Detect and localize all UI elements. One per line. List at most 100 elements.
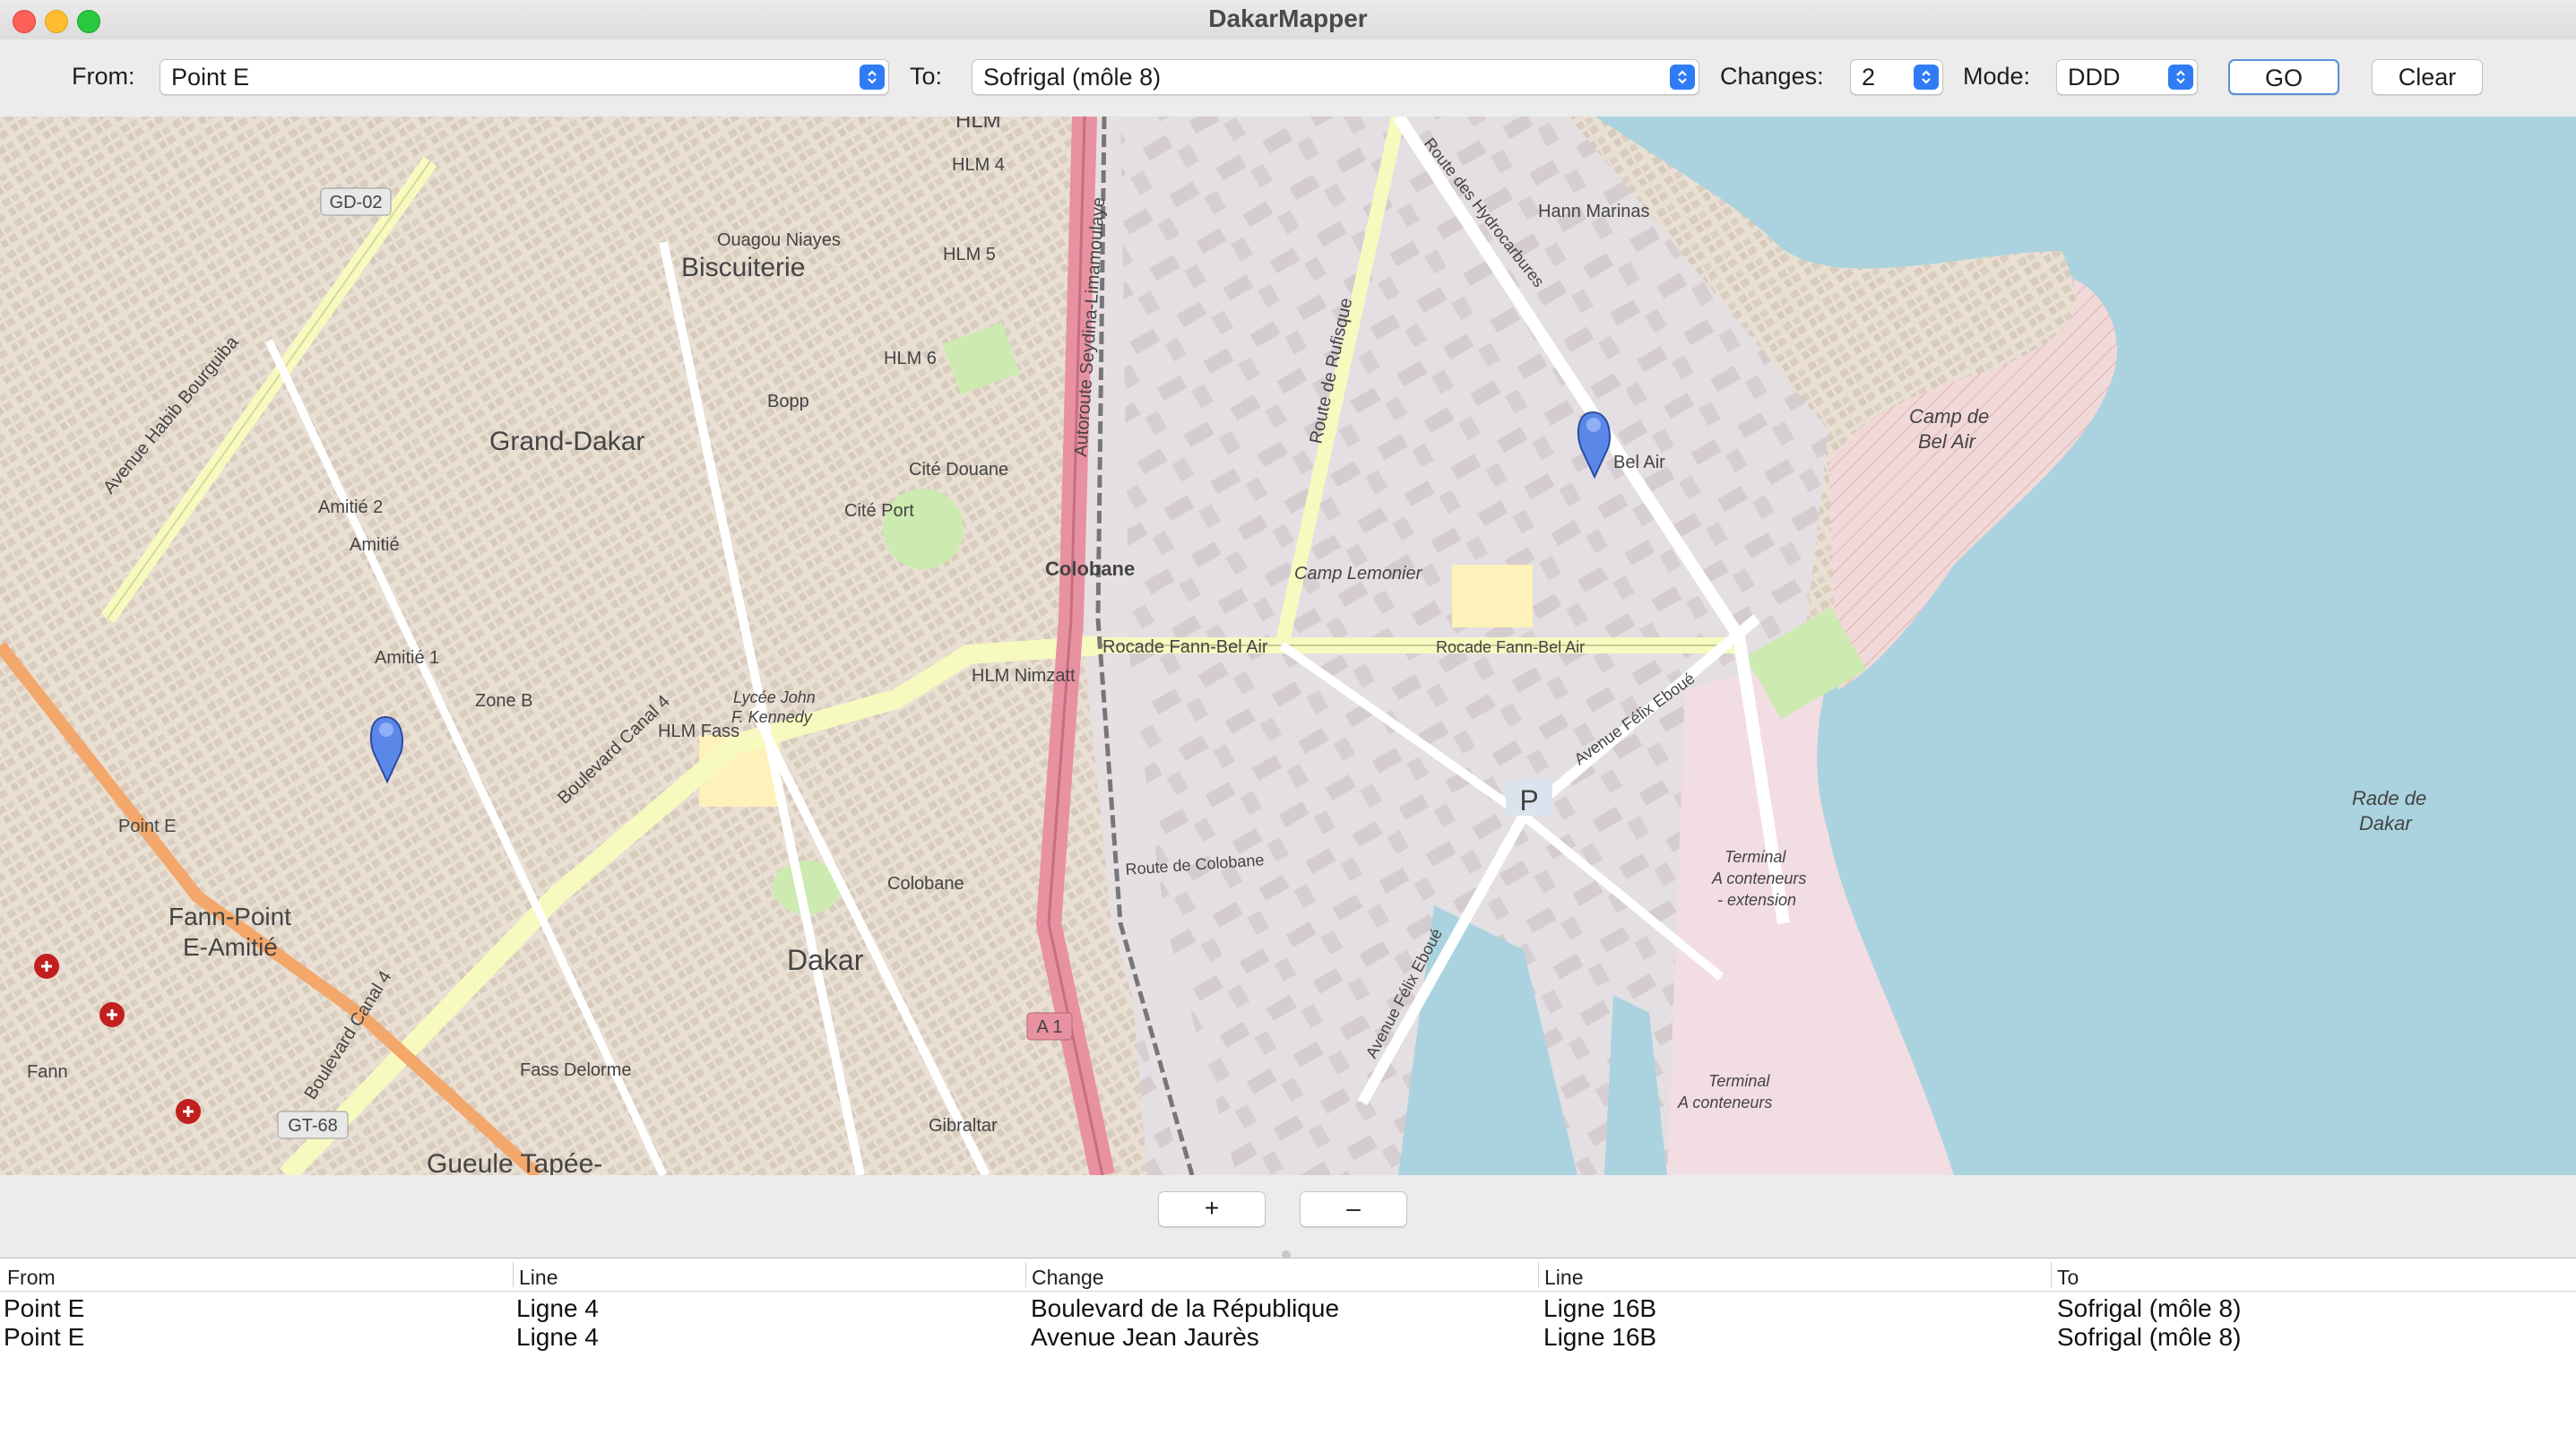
map-label-gibraltar: Gibraltar (929, 1116, 998, 1136)
cell-change: Boulevard de la République (1031, 1294, 1340, 1322)
map-label-terminal-ext-1: Terminal (1725, 848, 1786, 866)
cell-to: Sofrigal (môle 8) (2057, 1294, 2242, 1322)
hospital-icon-2[interactable] (99, 1002, 125, 1027)
map-label-bel-air: Bel Air (1613, 453, 1665, 472)
map-label-camp-lemonier: Camp Lemonier (1294, 564, 1423, 584)
window-title: DakarMapper (1208, 4, 1368, 32)
map-label-colobane-station: Colobane (1045, 558, 1135, 580)
map-label-fass-delorme: Fass Delorme (520, 1060, 631, 1080)
mode-select-value: DDD (2068, 64, 2121, 91)
map-label-terminal-ext-2: A conteneurs (1711, 869, 1806, 887)
map-label-amitie2: Amitié 2 (318, 497, 383, 517)
map-label-fann: Fann (27, 1062, 68, 1082)
column-separator (513, 1262, 514, 1287)
from-select[interactable]: Point E (160, 59, 889, 95)
map-label-hlm-nimzatt: HLM Nimzatt (972, 666, 1076, 686)
map-label-dakar: Dakar (787, 944, 864, 976)
map-label-amitie: Amitié (350, 535, 400, 555)
changes-select[interactable]: 2 (1850, 59, 1943, 95)
map-label-cite-douane: Cité Douane (909, 460, 1008, 480)
cell-from: Point E (4, 1323, 85, 1351)
map-label-camp-bel-air-1: Camp de (1909, 405, 1989, 428)
zoom-out-button[interactable]: – (1300, 1191, 1407, 1227)
column-header-to[interactable]: To (2057, 1266, 2079, 1290)
mode-label: Mode: (1963, 63, 2031, 90)
map-label-hann-marinas: Hann Marinas (1538, 202, 1650, 221)
mode-select[interactable]: DDD (2056, 59, 2198, 95)
cell-line-2: Ligne 16B (1543, 1294, 1657, 1322)
hospital-icon[interactable] (34, 954, 59, 979)
cell-to: Sofrigal (môle 8) (2057, 1323, 2242, 1351)
map-school (1452, 565, 1533, 627)
map-label-terminal-1: Terminal (1708, 1072, 1770, 1090)
map-label-hlm5: HLM 5 (943, 245, 996, 264)
map-label-grand-dakar: Grand-Dakar (489, 427, 644, 456)
road-shield-a1: A 1 (1026, 1012, 1073, 1041)
map-label-hlm6: HLM 6 (884, 349, 937, 368)
map-label-hlm-fass: HLM Fass (658, 722, 739, 741)
map-canvas[interactable]: GD-02 GT-68 A 1 P Biscuiterie Grand-Daka… (0, 117, 2576, 1175)
map-label-hlm: HLM (955, 117, 1001, 133)
map-label-lycee-2: F. Kennedy (731, 708, 813, 726)
map-label-lycee-1: Lycée John (733, 688, 816, 706)
map-view[interactable]: GD-02 GT-68 A 1 P Biscuiterie Grand-Daka… (0, 117, 2576, 1175)
map-label-rade-2: Dakar (2359, 812, 2413, 835)
column-separator (1025, 1262, 1026, 1287)
map-label-rade-1: Rade de (2352, 787, 2426, 809)
zoom-in-button[interactable]: + (1158, 1191, 1266, 1227)
column-header-line[interactable]: Line (519, 1266, 558, 1290)
svg-text:GT-68: GT-68 (288, 1116, 338, 1136)
road-shield-gt68: GT-68 (277, 1111, 349, 1139)
from-select-value: Point E (171, 64, 250, 91)
map-label-fann-point: Fann-Point (169, 903, 291, 930)
map-label-camp-bel-air-2: Bel Air (1918, 430, 1977, 453)
results-table: From Line Change Line To Point E Ligne 4… (0, 1258, 2576, 1453)
table-row[interactable]: Point E Ligne 4 Boulevard de la Républiq… (0, 1294, 2576, 1323)
mode-stepper-icon[interactable] (2168, 65, 2193, 90)
column-header-from[interactable]: From (7, 1266, 56, 1290)
parking-icon: P (1506, 780, 1552, 817)
to-select-stepper-icon[interactable] (1670, 65, 1695, 90)
clear-button[interactable]: Clear (2372, 59, 2483, 95)
table-row[interactable]: Point E Ligne 4 Avenue Jean Jaurès Ligne… (0, 1323, 2576, 1352)
column-header-change[interactable]: Change (1032, 1266, 1104, 1290)
column-header-line-2[interactable]: Line (1544, 1266, 1583, 1290)
column-separator (1538, 1262, 1539, 1287)
from-select-stepper-icon[interactable] (860, 65, 885, 90)
cell-line: Ligne 4 (516, 1323, 599, 1351)
go-button[interactable]: GO (2228, 59, 2339, 95)
to-label: To: (910, 63, 943, 90)
to-select-value: Sofrigal (môle 8) (983, 64, 1162, 91)
svg-text:P: P (1519, 784, 1538, 817)
map-label-hlm4: HLM 4 (952, 155, 1005, 175)
road-shield-gd02: GD-02 (320, 187, 392, 216)
zoom-controls: + – (0, 1175, 2576, 1259)
results-header: From Line Change Line To (0, 1258, 2576, 1292)
map-label-terminal-2: A conteneurs (1677, 1094, 1772, 1111)
changes-stepper-icon[interactable] (1914, 65, 1939, 90)
road-label-rocade-2: Rocade Fann-Bel Air (1436, 638, 1585, 656)
map-label-gueule-tapee: Gueule Tapée- (427, 1149, 602, 1175)
from-label: From: (72, 63, 135, 90)
to-select[interactable]: Sofrigal (môle 8) (972, 59, 1699, 95)
route-toolbar: From: Point E To: Sofrigal (môle 8) Chan… (0, 39, 2576, 117)
cell-change: Avenue Jean Jaurès (1031, 1323, 1259, 1351)
cell-from: Point E (4, 1294, 85, 1322)
map-label-bopp: Bopp (767, 392, 809, 411)
map-label-ouagou: Ouagou Niayes (717, 230, 841, 250)
changes-select-value: 2 (1862, 64, 1876, 91)
svg-text:A 1: A 1 (1037, 1017, 1063, 1037)
map-label-pointe: Point E (118, 817, 176, 836)
map-label-colobane: Colobane (887, 874, 964, 894)
map-label-cite-port: Cité Port (844, 501, 914, 521)
cell-line-2: Ligne 16B (1543, 1323, 1657, 1351)
column-separator (2051, 1262, 2052, 1287)
map-label-amitie1: Amitié 1 (375, 648, 439, 668)
svg-text:GD-02: GD-02 (330, 193, 383, 212)
map-label-biscuiterie: Biscuiterie (681, 253, 805, 282)
changes-label: Changes: (1720, 63, 1824, 90)
cell-line: Ligne 4 (516, 1294, 599, 1322)
hospital-icon-3[interactable] (176, 1099, 201, 1124)
map-label-zoneb: Zone B (475, 691, 532, 711)
map-label-e-amitie: E-Amitié (183, 933, 278, 961)
